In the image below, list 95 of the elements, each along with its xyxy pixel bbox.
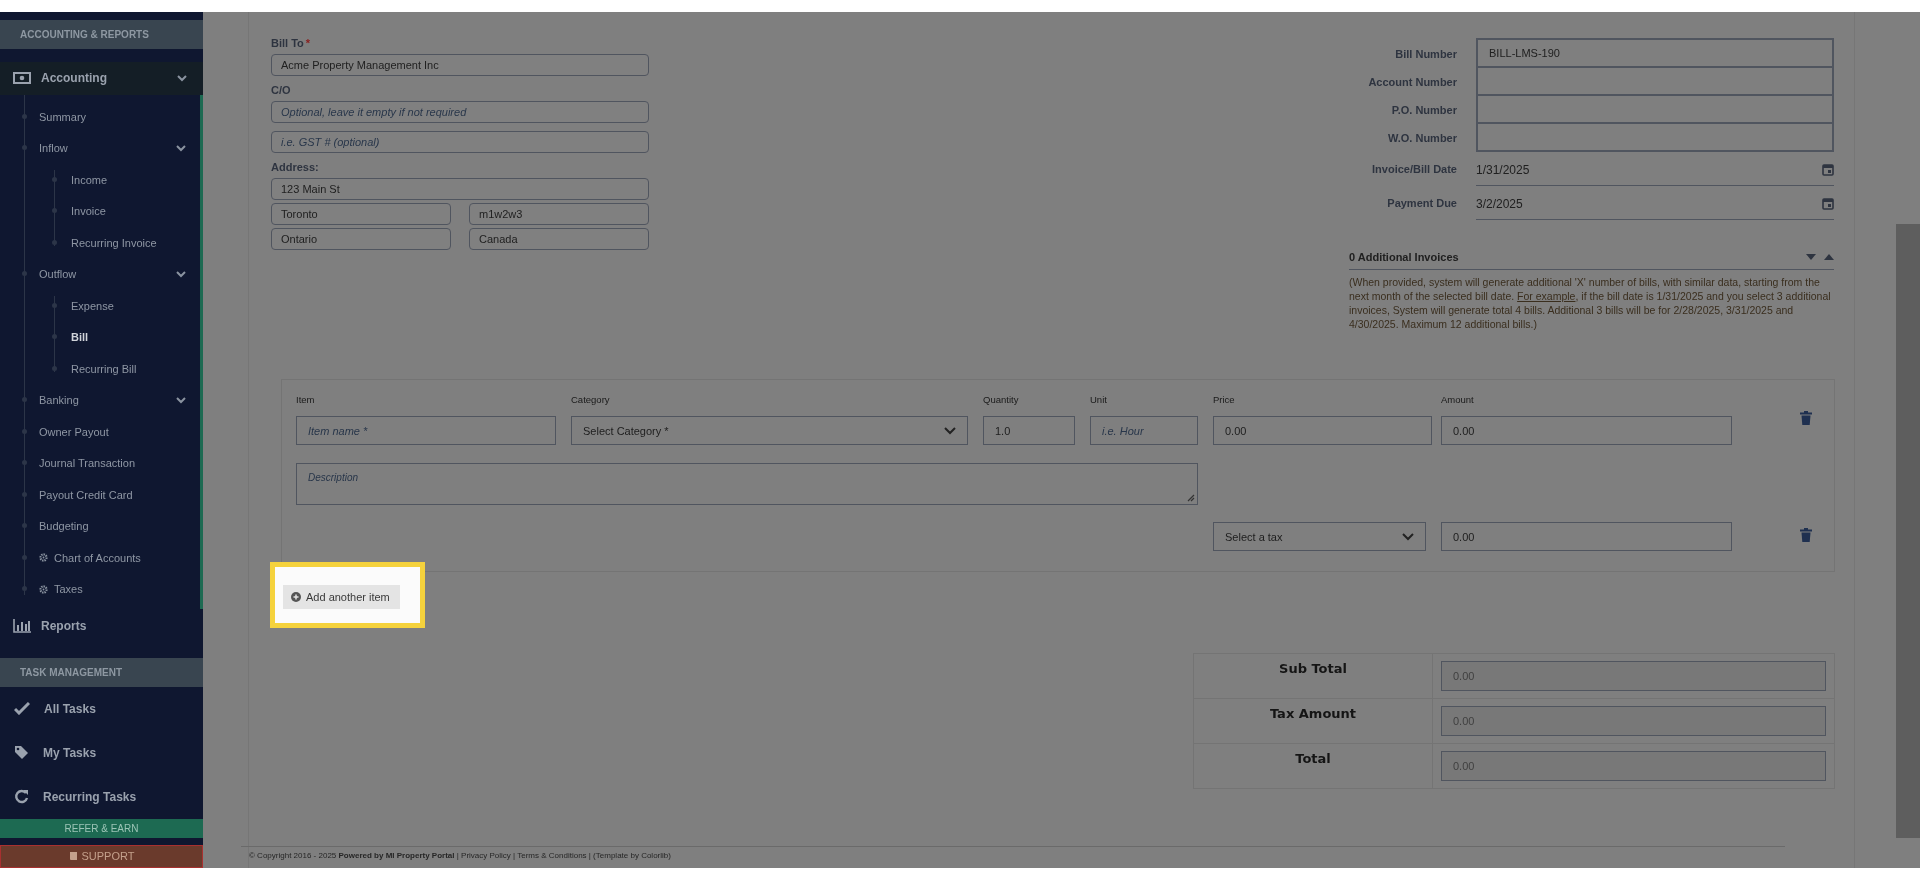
date-field[interactable]: 1/31/2025 — [1476, 154, 1834, 186]
additional-invoices-note: (When provided, system will generate additional 'X' number of bills, with similar data, starting from the next month of the selected bill date. For example, if the bill date is 1/31/2025 and you select 3 additional invoices, System will generate total 4 bills. Additional 3 bills will be for 2/28/2025, 3/31/2025 and 4/30/2025. Maximum 12 additional bills.) — [1349, 275, 1832, 331]
field-label: C/O — [271, 84, 292, 96]
city-field[interactable]: Toronto — [271, 203, 451, 225]
tax-select[interactable]: Select a tax — [1213, 522, 1426, 551]
bar-chart-icon — [13, 619, 31, 634]
menu-item[interactable]: Payout Credit Card — [39, 488, 186, 501]
column-header: Price — [1213, 394, 1236, 407]
menu-item[interactable]: Recurring Tasks — [43, 789, 137, 804]
menu-item[interactable]: Invoice — [71, 205, 186, 218]
column-header: Quantity — [983, 394, 1020, 407]
bill-to-field[interactable]: Acme Property Management Inc — [271, 54, 649, 76]
menu-item[interactable]: Summary — [39, 110, 186, 123]
unit-field[interactable]: i.e. Hour — [1090, 416, 1198, 445]
chevron-down-icon — [176, 396, 186, 404]
text-field[interactable] — [1476, 122, 1834, 152]
footer-text: © Copyright 2016 - 2025 Powered by MI Property Portal | Privacy Policy | Terms & Conditions | (Template by Colorlib) — [241, 846, 1785, 868]
plus-circle-icon — [291, 592, 301, 602]
menu-item[interactable]: Owner Payout — [39, 425, 186, 438]
section-header: ACCOUNTING & REPORTS — [0, 20, 203, 49]
description-field[interactable]: Description — [296, 463, 1198, 505]
field-label: P.O. Number — [1390, 104, 1457, 116]
text-field[interactable] — [1476, 66, 1834, 96]
add-item-button[interactable]: Add another item — [283, 585, 400, 609]
menu-item[interactable]: Journal Transaction — [39, 457, 186, 470]
total-field: 0.00 — [1441, 706, 1826, 736]
calendar-icon[interactable] — [1822, 197, 1834, 210]
street-field[interactable]: 123 Main St — [271, 178, 649, 200]
country-field[interactable]: Canada — [469, 228, 649, 250]
chevron-down-icon — [177, 74, 187, 82]
support-button[interactable]: SUPPORT — [0, 844, 203, 868]
tax-amount-field[interactable]: 0.00 — [1441, 522, 1732, 551]
additional-invoices-label: 0 Additional Invoices — [1349, 251, 1460, 263]
field-label: Address: — [271, 161, 320, 173]
menu-item[interactable]: Budgeting — [39, 520, 186, 533]
item-name-field[interactable]: Item name * — [296, 416, 556, 445]
province-field[interactable]: Ontario — [271, 228, 451, 250]
menu-item[interactable]: Recurring Bill — [71, 362, 186, 375]
text-field[interactable]: BILL-LMS-190 — [1476, 38, 1834, 68]
quantity-field[interactable]: 1.0 — [983, 416, 1075, 445]
resize-grip-icon[interactable] — [1187, 494, 1195, 502]
chevron-down-icon — [944, 426, 956, 435]
column-header: Unit — [1090, 394, 1108, 407]
date-field[interactable]: 3/2/2025 — [1476, 188, 1834, 220]
menu-item[interactable]: Income — [71, 173, 186, 186]
caret-up-icon[interactable] — [1824, 254, 1834, 260]
chevron-down-icon — [176, 144, 186, 152]
book-icon — [68, 851, 78, 862]
total-label: Total — [1193, 743, 1433, 789]
menu-item[interactable]: Bill — [71, 331, 186, 344]
text-field[interactable] — [1476, 94, 1834, 124]
menu-item[interactable]: Banking — [39, 394, 170, 407]
scrollbar-thumb[interactable] — [1896, 224, 1920, 838]
menu-item[interactable]: Reports — [41, 619, 87, 634]
total-field: 0.00 — [1441, 661, 1826, 691]
refer-earn-button[interactable]: REFER & EARN — [0, 818, 203, 838]
category-select[interactable]: Select Category * — [571, 416, 968, 445]
field-label: Account Number — [1367, 76, 1457, 88]
care-of-field[interactable]: Optional, leave it empty if not required — [271, 101, 649, 123]
chevron-down-icon — [176, 270, 186, 278]
menu-item[interactable]: Expense — [71, 299, 186, 312]
trash-icon[interactable] — [1800, 527, 1812, 542]
amount-field[interactable]: 0.00 — [1441, 416, 1732, 445]
menu-item[interactable]: Inflow — [39, 142, 170, 155]
trash-icon[interactable] — [1800, 410, 1812, 425]
menu-item[interactable]: Recurring Invoice — [71, 236, 186, 249]
menu-item[interactable]: Taxes — [54, 583, 186, 596]
section-header: TASK MANAGEMENT — [0, 657, 203, 687]
total-field: 0.00 — [1441, 751, 1826, 781]
tax-id-field[interactable]: i.e. GST # (optional) — [271, 131, 649, 153]
caret-down-icon[interactable] — [1806, 254, 1816, 260]
field-label: Bill To * — [271, 37, 312, 49]
menu-item[interactable]: My Tasks — [43, 745, 97, 760]
tag-icon — [14, 745, 29, 761]
field-label: Bill Number — [1394, 48, 1457, 60]
column-header: Amount — [1441, 394, 1475, 407]
total-label: Tax Amount — [1193, 698, 1433, 744]
refresh-icon — [14, 789, 29, 805]
price-field[interactable]: 0.00 — [1213, 416, 1432, 445]
checkmark-icon — [14, 702, 30, 716]
total-label: Sub Total — [1193, 653, 1433, 699]
gear-icon — [39, 553, 48, 563]
menu-item[interactable]: Chart of Accounts — [54, 551, 186, 564]
gear-icon — [39, 584, 48, 594]
field-label: W.O. Number — [1386, 132, 1457, 144]
menu-item[interactable]: All Tasks — [44, 701, 96, 716]
calendar-icon[interactable] — [1822, 163, 1834, 176]
column-header: Item — [296, 394, 316, 407]
postal-code-field[interactable]: m1w2w3 — [469, 203, 649, 225]
chevron-down-icon — [1402, 532, 1414, 541]
field-label: Invoice/Bill Date — [1371, 163, 1457, 175]
column-header: Category — [571, 394, 611, 407]
field-label: Payment Due — [1386, 197, 1457, 209]
menu-item[interactable]: Outflow — [39, 268, 170, 281]
money-icon — [13, 72, 31, 85]
